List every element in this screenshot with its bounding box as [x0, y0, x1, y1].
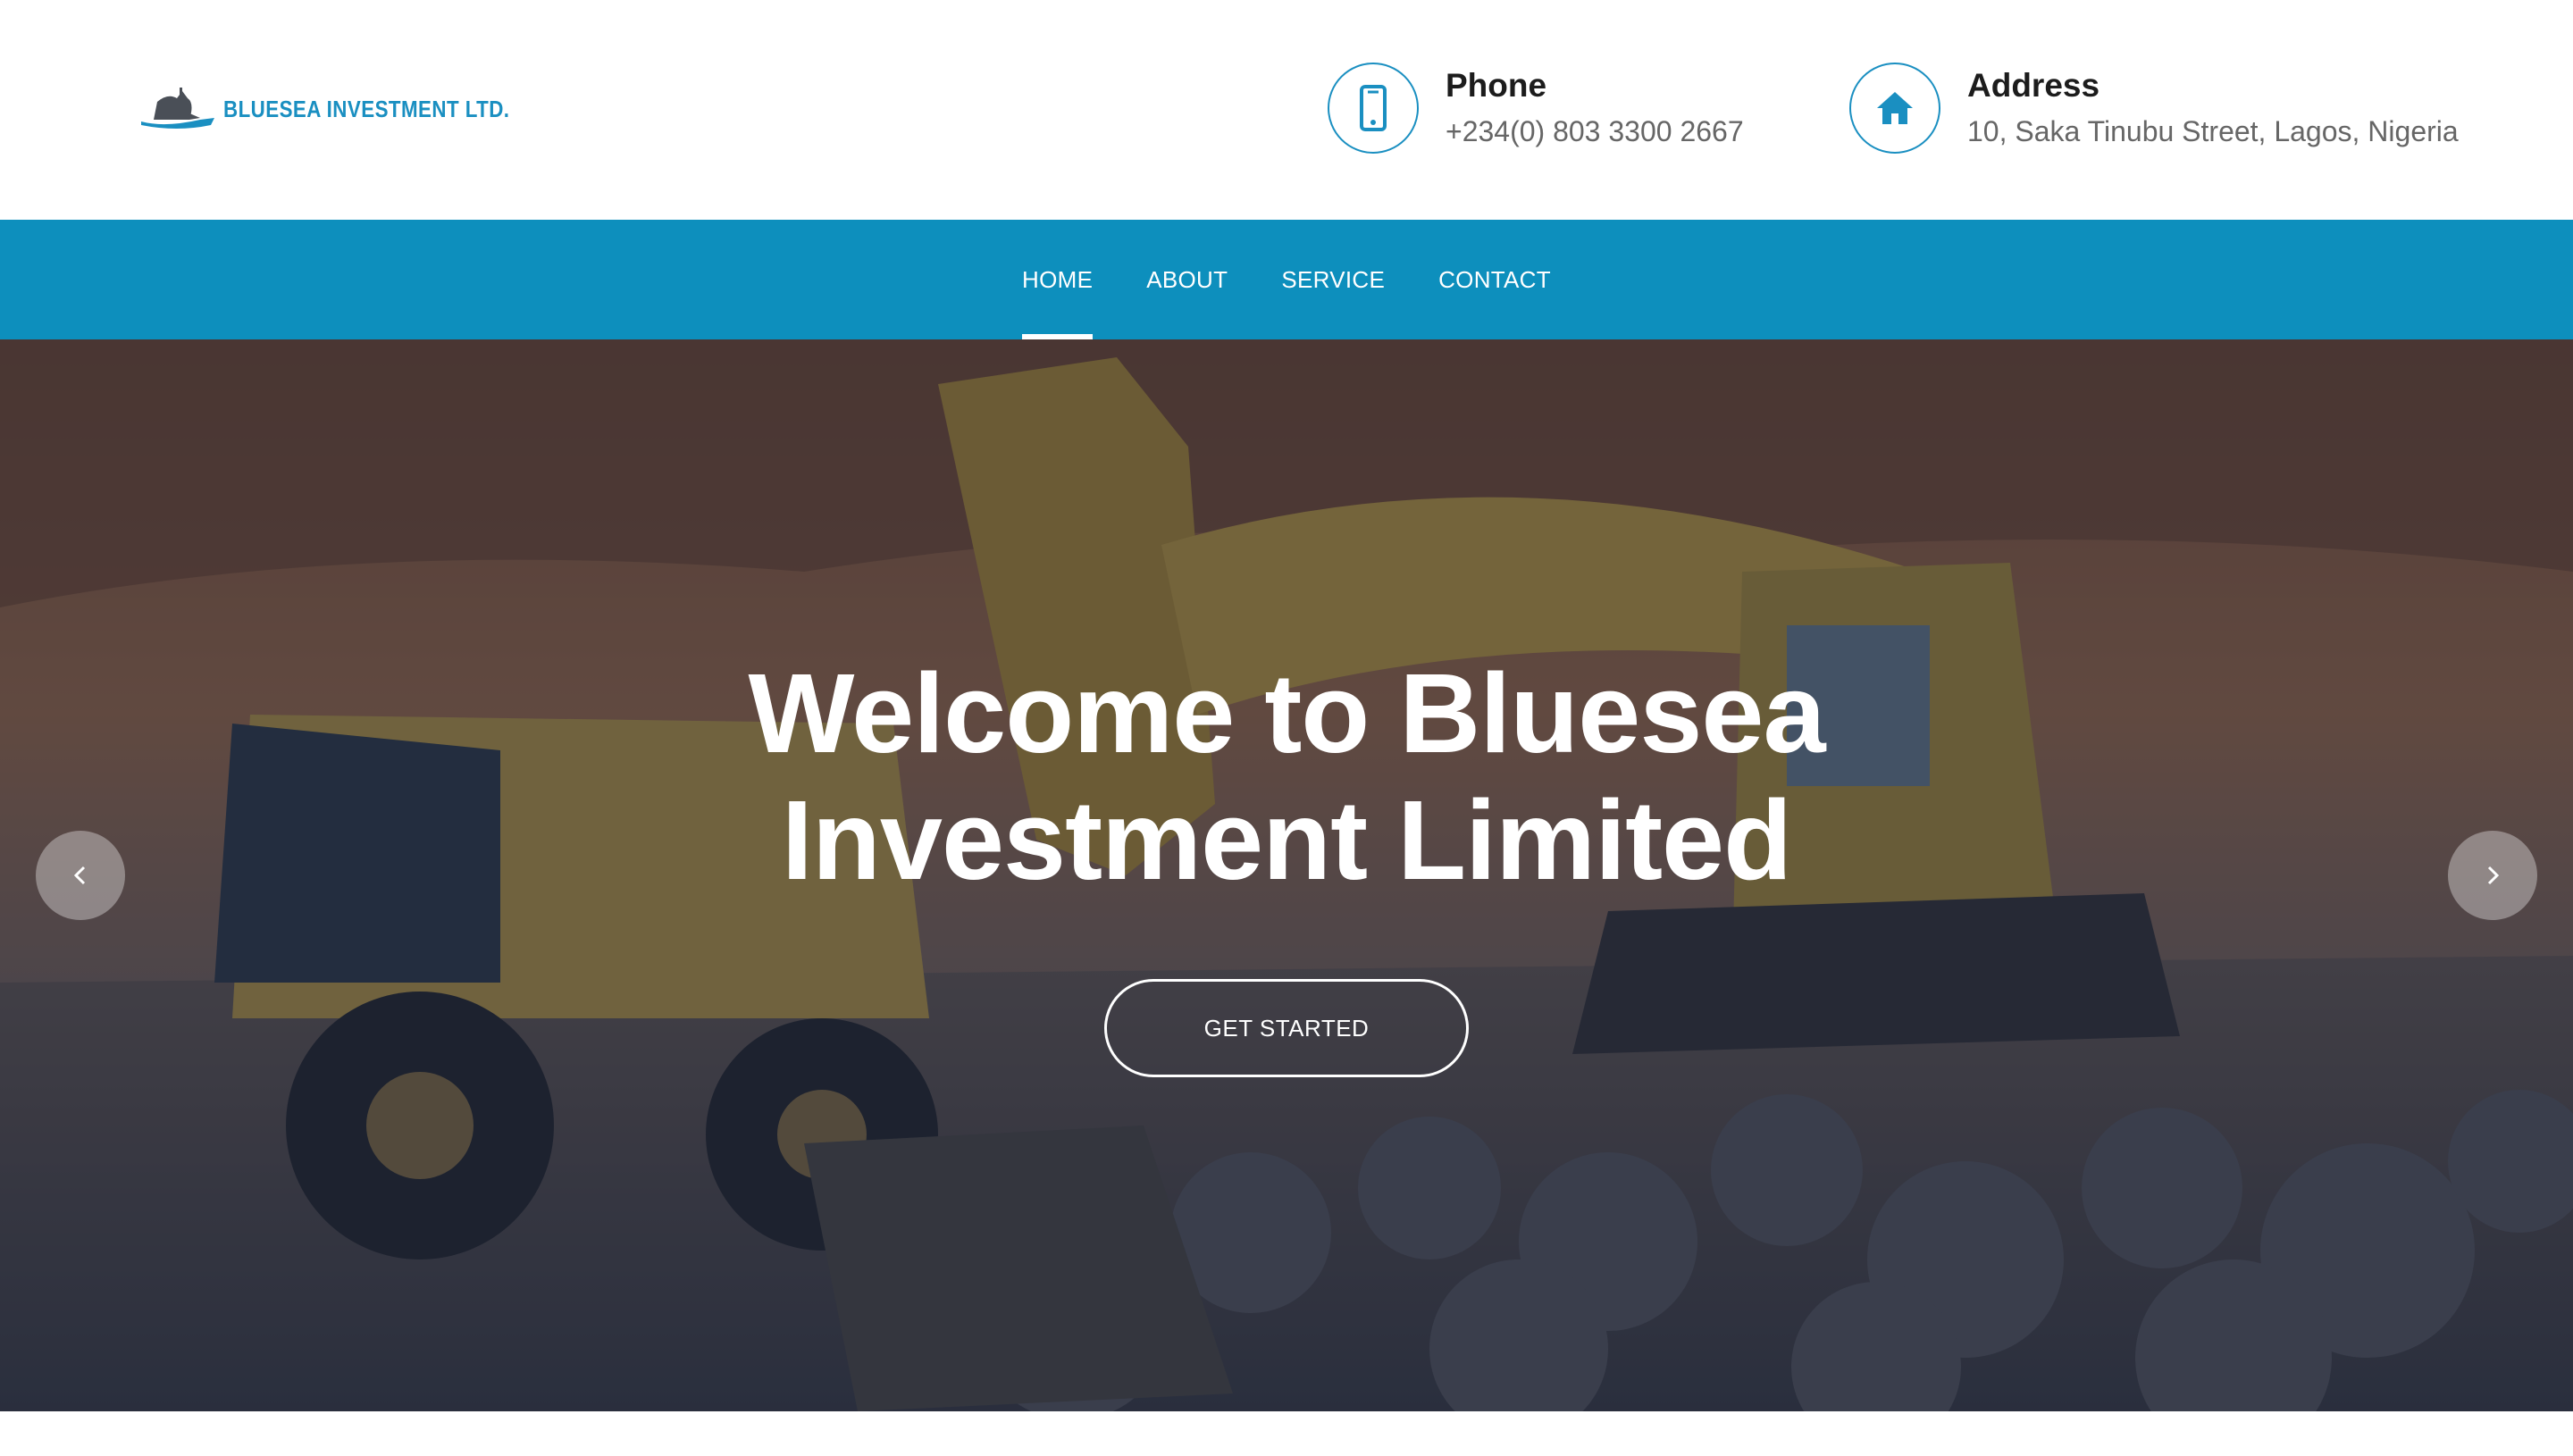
site-logo[interactable]: BLUESEA INVESTMENT LTD. — [138, 86, 557, 132]
address-contact: Address 10, Saka Tinubu Street, Lagos, N… — [1849, 63, 2459, 154]
hero-title-line1: Welcome to Bluesea — [748, 650, 1825, 776]
phone-number[interactable]: +234(0) 803 3300 2667 — [1446, 115, 1744, 148]
hero-content: Welcome to Bluesea Investment Limited GE… — [0, 339, 2573, 1411]
hero-slider: Welcome to Bluesea Investment Limited GE… — [0, 339, 2573, 1411]
mobile-phone-icon — [1328, 63, 1419, 154]
nav-item-service[interactable]: SERVICE — [1281, 220, 1385, 339]
site-header: BLUESEA INVESTMENT LTD. Phone +234(0) 80… — [0, 0, 2573, 220]
nav-item-contact[interactable]: CONTACT — [1438, 220, 1551, 339]
home-icon — [1849, 63, 1940, 154]
nav-menu: HOME ABOUT SERVICE CONTACT — [0, 220, 2573, 339]
nav-item-home[interactable]: HOME — [1022, 220, 1094, 339]
main-nav: HOME ABOUT SERVICE CONTACT — [0, 220, 2573, 339]
phone-title: Phone — [1446, 67, 1547, 105]
hero-title-line2: Investment Limited — [781, 777, 1792, 903]
page-bottom-strip — [0, 1411, 2573, 1456]
brand-name: BLUESEA INVESTMENT LTD. — [223, 95, 510, 122]
address-value: 10, Saka Tinubu Street, Lagos, Nigeria — [1967, 114, 2459, 147]
phone-contact: Phone +234(0) 803 3300 2667 — [1328, 63, 1744, 154]
chevron-left-icon — [73, 866, 86, 885]
carousel-prev-button[interactable] — [36, 831, 125, 920]
chevron-right-icon — [2487, 866, 2500, 885]
address-title: Address — [1967, 67, 2100, 105]
nav-item-about[interactable]: ABOUT — [1146, 220, 1228, 339]
ship-logo-icon — [141, 88, 214, 129]
get-started-button[interactable]: GET STARTED — [1104, 979, 1469, 1077]
hero-title: Welcome to Bluesea Investment Limited — [572, 650, 2001, 904]
carousel-next-button[interactable] — [2448, 831, 2537, 920]
